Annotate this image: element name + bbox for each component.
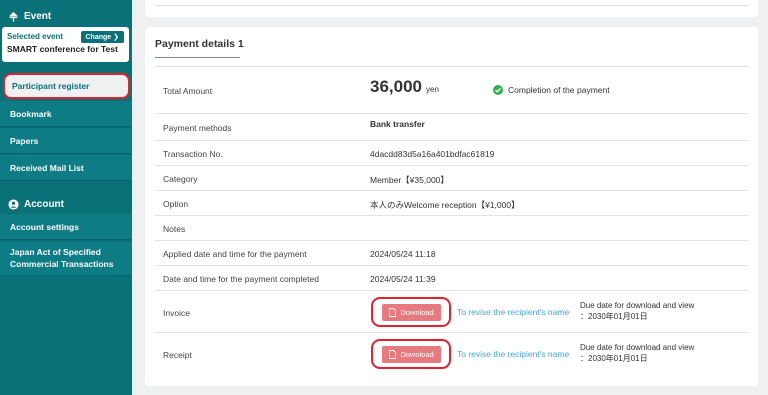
sidebar-item-commercial-transactions[interactable]: Japan Act of Specified Commercial Transa… [0,242,132,276]
document-icon [389,350,397,359]
change-event-button[interactable]: Change ❯ [80,31,124,43]
applied-date-value: 2024/05/24 11:18 [370,249,436,259]
due-date-line1: Due date for download and view [580,343,695,352]
invoice-label: Invoice [163,308,190,318]
selected-event-name: SMART conference for Test [7,44,118,54]
change-button-label: Change [85,34,112,41]
document-icon [389,308,397,317]
sidebar-item-received-mail-list[interactable]: Received Mail List [0,155,132,181]
payment-status: Completion of the payment [493,85,610,95]
receipt-download-button[interactable]: Download [382,346,441,363]
payment-status-text: Completion of the payment [508,85,610,95]
previous-card [145,0,758,17]
row-notes: Notes [155,216,748,241]
sidebar-item-account-settings[interactable]: Account settings [0,214,132,240]
title-underline [155,57,240,58]
total-amount-value: 36,000 yen [370,77,439,97]
download-label: Download [400,350,434,359]
account-header: Account [8,199,64,210]
row-total-amount: Total Amount 36,000 yen Completion of the… [155,66,748,114]
row-invoice: Invoice Download To revise the recipient… [155,291,748,333]
category-label: Category [163,174,198,184]
event-icon [8,11,19,22]
invoice-download-button[interactable]: Download [382,304,441,321]
invoice-due-date: Due date for download and view ：2030年01月… [580,300,694,322]
due-date-line2: ：2030年01月01日 [580,312,648,322]
payment-methods-label: Payment methods [163,123,232,133]
sidebar-item-label: Received Mail List [10,162,84,173]
receipt-due-date: Due date for download and view ：2030年01月… [580,342,694,364]
total-amount-unit: yen [426,85,439,94]
row-payment-methods: Payment methods Bank transfer [155,114,748,141]
sidebar-item-label: Bookmark [10,108,52,119]
sidebar-item-bookmark[interactable]: Bookmark [0,101,132,127]
row-category: Category Member【¥35,000】 [155,166,748,191]
row-completed-date: Date and time for the payment completed … [155,266,748,291]
sidebar-item-participant-register[interactable]: Participant register [3,73,130,99]
notes-label: Notes [163,224,186,234]
receipt-revise-link[interactable]: To revise the recipient's name [457,349,569,359]
row-transaction-no: Transaction No. 4dacdd83d5a16a401bdfac61… [155,141,748,166]
payment-details-title: Payment details 1 [155,38,244,50]
selected-event-label: Selected event [7,32,64,41]
event-header-label: Event [24,11,52,22]
download-label: Download [400,308,434,317]
event-header: Event [8,11,51,22]
user-icon [8,199,19,210]
payment-methods-value: Bank transfer [370,119,425,129]
sidebar-item-label: Papers [10,135,39,146]
total-amount-number: 36,000 [370,77,422,96]
completed-date-label: Date and time for the payment completed [163,274,319,284]
sidebar-item-label: Account settings [10,221,79,232]
selected-event-card: Selected event Change ❯ SMART conference… [2,27,129,62]
sidebar-item-label: Participant register [12,81,90,91]
category-value: Member【¥35,000】 [370,175,449,185]
invoice-revise-link[interactable]: To revise the recipient's name [457,307,569,317]
payment-details-card: Payment details 1 Total Amount 36,000 yen… [145,27,758,386]
account-header-label: Account [24,199,64,210]
chevron-right-icon: ❯ [113,34,119,41]
applied-date-label: Applied date and time for the payment [163,249,307,259]
due-date-line1: Due date for download and view [580,301,695,310]
row-applied-date: Applied date and time for the payment 20… [155,241,748,266]
option-label: Option [163,199,189,209]
invoice-download-highlight: Download [371,297,451,327]
completed-date-value: 2024/05/24 11:39 [370,274,436,284]
transaction-no-value: 4dacdd83d5a16a401bdfac61819 [370,149,495,159]
check-circle-icon [493,85,503,95]
option-value: 本人のみWelcome reception【¥1,000】 [370,200,520,210]
row-receipt: Receipt Download To revise the recipient… [155,333,748,377]
transaction-no-label: Transaction No. [163,149,223,159]
total-amount-label: Total Amount [163,86,213,96]
sidebar-item-papers[interactable]: Papers [0,128,132,154]
divider [155,5,748,6]
receipt-label: Receipt [163,350,192,360]
receipt-download-highlight: Download [371,339,451,369]
row-option: Option 本人のみWelcome reception【¥1,000】 [155,191,748,216]
sidebar-item-label: Japan Act of Specified Commercial Transa… [10,247,114,269]
due-date-line2: ：2030年01月01日 [580,354,648,364]
sidebar: Event Selected event Change ❯ SMART conf… [0,0,132,395]
